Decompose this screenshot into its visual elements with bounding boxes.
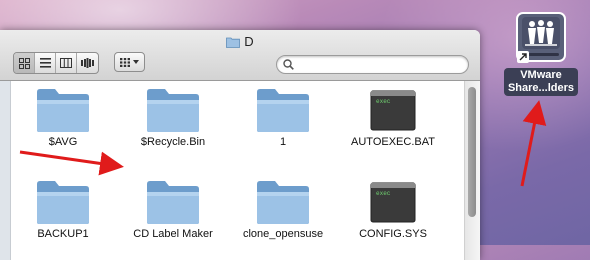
- folder-icon: [257, 181, 309, 224]
- file-name: BACKUP1: [37, 228, 89, 240]
- folder-icon: [147, 181, 199, 224]
- search-input[interactable]: [297, 57, 466, 74]
- exec-text: exec: [376, 98, 391, 105]
- finder-window: D $AVG $Recycle.Bin 1 exec AUTOEXEC.BAT …: [0, 30, 480, 260]
- file-name: AUTOEXEC.BAT: [351, 136, 435, 148]
- drive-label: VMware Share...lders: [503, 68, 579, 96]
- file-name: $Recycle.Bin: [140, 136, 206, 148]
- arrange-grid-icon: [120, 57, 130, 67]
- icon-view-icon: [18, 57, 30, 69]
- vertical-scrollbar[interactable]: [464, 81, 480, 260]
- executable-icon: exec: [370, 90, 416, 131]
- executable-icon: exec: [370, 182, 416, 223]
- search-field[interactable]: [276, 55, 469, 74]
- file-name: 1: [279, 136, 287, 148]
- column-view-icon: [60, 58, 72, 68]
- view-mode-segmented-control: [13, 52, 99, 74]
- search-icon: [283, 59, 294, 70]
- file-name: clone_opensuse: [242, 228, 324, 240]
- file-name: $AVG: [48, 136, 78, 148]
- vmware-shared-folders-drive[interactable]: VMware Share...lders: [503, 11, 579, 96]
- folder-icon: [147, 89, 199, 132]
- exec-text: exec: [376, 190, 391, 197]
- file-item[interactable]: BACKUP1: [13, 178, 113, 240]
- file-name: CONFIG.SYS: [359, 228, 427, 240]
- drive-label-line2: Share...lders: [507, 82, 575, 94]
- list-view-icon: [39, 58, 51, 68]
- folder-icon: [226, 36, 241, 51]
- sidebar: [0, 81, 11, 260]
- folder-icon: [257, 89, 309, 132]
- list-view-button[interactable]: [35, 53, 56, 73]
- file-item[interactable]: exec AUTOEXEC.BAT: [343, 86, 443, 148]
- arrange-by-button[interactable]: [114, 52, 145, 72]
- cover-flow-button[interactable]: [77, 53, 98, 73]
- column-view-button[interactable]: [56, 53, 77, 73]
- drive-label-line1: VMware: [520, 69, 562, 81]
- titlebar: D: [0, 30, 480, 81]
- scrollbar-thumb[interactable]: [468, 87, 476, 217]
- file-item[interactable]: 1: [233, 86, 333, 148]
- file-item[interactable]: CD Label Maker: [123, 178, 223, 240]
- icon-view-button[interactable]: [14, 53, 35, 73]
- window-title: D: [0, 34, 480, 51]
- file-item[interactable]: exec CONFIG.SYS: [343, 178, 443, 240]
- file-item[interactable]: $Recycle.Bin: [123, 86, 223, 148]
- file-item[interactable]: clone_opensuse: [233, 178, 333, 240]
- folder-icon: [37, 181, 89, 224]
- cover-flow-icon: [81, 58, 94, 68]
- network-drive-icon: [516, 12, 566, 63]
- chevron-down-icon: [133, 60, 139, 64]
- window-title-text: D: [244, 34, 254, 49]
- file-item[interactable]: $AVG: [13, 86, 113, 148]
- folder-icon: [37, 89, 89, 132]
- file-name: CD Label Maker: [133, 228, 213, 240]
